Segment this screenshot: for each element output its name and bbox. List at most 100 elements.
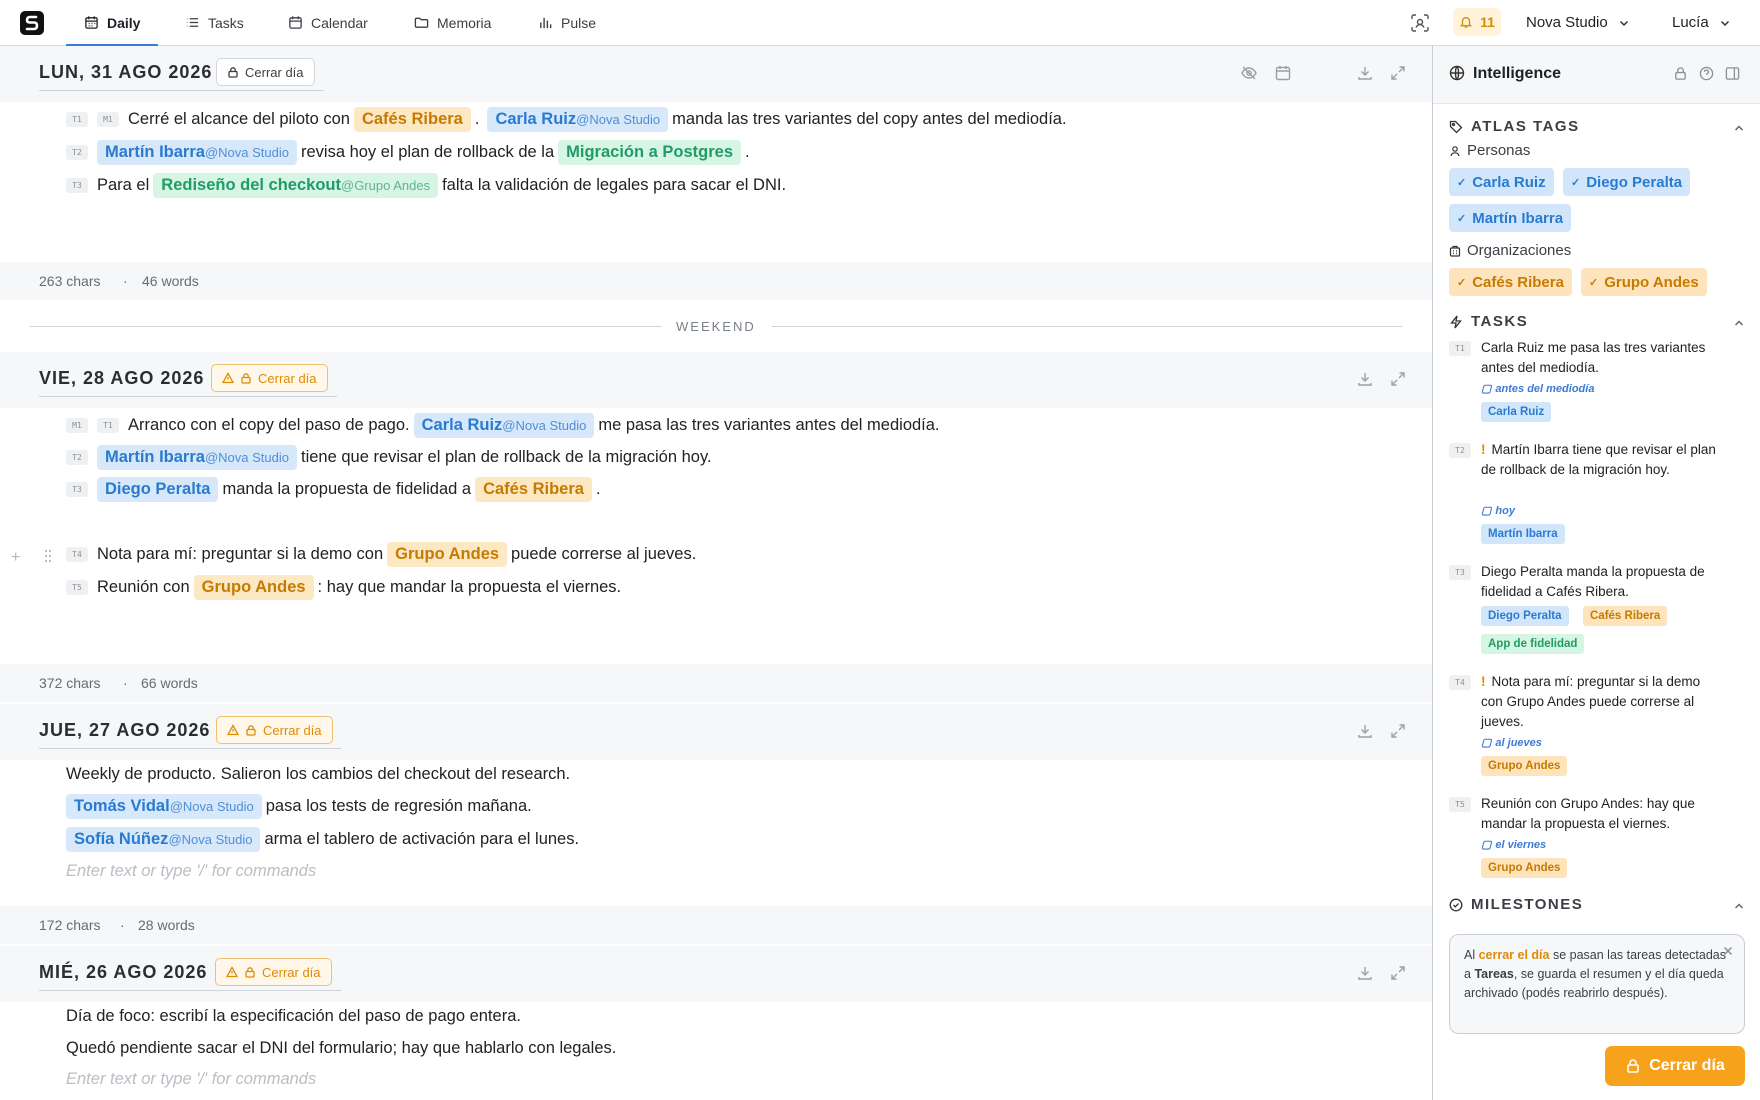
note-line[interactable]: T2 Martín Ibarra @Nova Studio revisa hoy … xyxy=(66,138,750,166)
line-text: Weekly de producto. Salieron los cambios… xyxy=(66,764,571,783)
task-tag[interactable]: Diego Peralta xyxy=(1481,606,1569,626)
sidebar-toggle-icon[interactable] xyxy=(1725,66,1740,81)
tab-pulse[interactable]: Pulse xyxy=(538,0,596,45)
mention-label: Sofía Núñez xyxy=(74,829,169,848)
task-tag[interactable]: Carla Ruiz xyxy=(1481,402,1552,422)
chevron-up-icon[interactable] xyxy=(1733,317,1745,329)
user-menu[interactable]: Lucía xyxy=(1672,0,1731,45)
eye-off-icon[interactable] xyxy=(1240,64,1258,82)
mention-label: Migración a Postgres xyxy=(566,142,734,161)
project-mention[interactable]: Migración a Postgres xyxy=(558,139,742,165)
section-title: ATLAS TAGS xyxy=(1471,118,1580,135)
org-switcher[interactable]: Nova Studio xyxy=(1526,0,1630,45)
note-line[interactable]: T4 Nota para mí: preguntar si la demo co… xyxy=(66,540,696,568)
divider xyxy=(39,748,341,749)
org-mention[interactable]: Grupo Andes xyxy=(387,541,508,567)
person-mention[interactable]: Diego Peralta xyxy=(97,476,219,502)
task-item[interactable]: T3 Diego Peralta manda la propuesta de f… xyxy=(1449,562,1749,662)
tab-memoria[interactable]: Memoria xyxy=(414,0,491,45)
tab-daily[interactable]: Daily xyxy=(66,0,159,46)
chevron-up-icon[interactable] xyxy=(1733,122,1745,134)
expand-icon[interactable] xyxy=(1389,964,1407,982)
chevron-up-icon[interactable] xyxy=(1733,900,1745,912)
close-icon[interactable] xyxy=(1722,945,1734,957)
note-line[interactable]: T2 Martín Ibarra @Nova Studio tiene que r… xyxy=(66,443,712,471)
person-mention[interactable]: Carla Ruiz @Nova Studio xyxy=(413,412,595,438)
line-text: me pasa las tres variantes antes del med… xyxy=(598,415,940,434)
drag-handle-icon[interactable] xyxy=(44,549,52,563)
task-tag[interactable]: Grupo Andes xyxy=(1481,756,1568,776)
note-line[interactable]: T3 Para el Rediseño del checkout @Grupo A… xyxy=(66,171,786,199)
line-text: Arranco con el copy del paso de pago. xyxy=(128,415,410,434)
task-tag[interactable]: Martín Ibarra xyxy=(1481,524,1565,544)
mention-label: Cafés Ribera xyxy=(361,109,463,128)
lock-icon[interactable] xyxy=(1673,66,1688,81)
close-day-primary-button[interactable]: Cerrar día xyxy=(1605,1046,1745,1086)
editor-placeholder[interactable]: Enter text or type '/' for commands xyxy=(66,1070,316,1089)
milestones-header[interactable]: MILESTONES xyxy=(1449,896,1583,913)
note-line[interactable]: M1 T1 Arranco con el copy del paso de pag… xyxy=(66,411,940,439)
person-tag[interactable]: ✓ Diego Peralta xyxy=(1563,168,1691,196)
note-line[interactable]: Quedó pendiente sacar el DNI del formula… xyxy=(66,1034,616,1062)
atlas-tags-header[interactable]: ATLAS TAGS xyxy=(1449,118,1580,135)
org-mention[interactable]: Grupo Andes xyxy=(193,574,314,600)
org-mention[interactable]: Cafés Ribera xyxy=(353,106,471,132)
task-tag[interactable]: Grupo Andes xyxy=(1481,858,1568,878)
close-day-button[interactable]: Cerrar día xyxy=(215,958,332,986)
close-day-button[interactable]: Cerrar día xyxy=(216,58,315,86)
screenshot-icon[interactable] xyxy=(1410,13,1430,33)
person-mention[interactable]: Carla Ruiz @Nova Studio xyxy=(487,106,669,132)
project-mention[interactable]: Rediseño del checkout @Grupo Andes xyxy=(153,172,439,198)
note-line[interactable]: Tomás Vidal @Nova Studio pasa los tests d… xyxy=(66,792,532,820)
person-tag[interactable]: ✓ Carla Ruiz xyxy=(1449,168,1554,196)
person-mention[interactable]: Tomás Vidal @Nova Studio xyxy=(66,793,262,819)
check-circle-icon xyxy=(1449,898,1463,911)
task-item[interactable]: T4 ! Nota para mí: preguntar si la demo c… xyxy=(1449,672,1749,782)
check-icon: ✓ xyxy=(1457,212,1467,225)
tab-memoria-label: Memoria xyxy=(437,14,492,31)
mention-org: @Nova Studio xyxy=(576,111,661,127)
download-icon[interactable] xyxy=(1356,722,1374,740)
org-tag[interactable]: ✓ Cafés Ribera xyxy=(1449,268,1572,296)
close-day-button[interactable]: Cerrar día xyxy=(211,364,328,392)
editor-placeholder[interactable]: Enter text or type '/' for commands xyxy=(66,862,316,881)
intelligence-panel: Intelligence ATLAS TAGS Personas ✓ Carla … xyxy=(1432,46,1760,1100)
org-tag[interactable]: ✓ Grupo Andes xyxy=(1581,268,1707,296)
due-label: al jueves xyxy=(1495,736,1542,749)
mention-label: Carla Ruiz xyxy=(495,109,577,128)
expand-icon[interactable] xyxy=(1389,64,1407,82)
mention-org: @Nova Studio xyxy=(502,417,587,433)
tasks-header[interactable]: TASKS xyxy=(1449,313,1528,330)
org-mention[interactable]: Cafés Ribera xyxy=(475,476,592,502)
expand-icon[interactable] xyxy=(1389,722,1407,740)
person-mention[interactable]: Sofía Núñez @Nova Studio xyxy=(66,826,261,852)
help-icon[interactable] xyxy=(1699,66,1714,81)
add-block-icon[interactable]: + xyxy=(11,549,20,567)
close-day-button[interactable]: Cerrar día xyxy=(216,716,333,744)
task-tag[interactable]: Cafés Ribera xyxy=(1583,606,1668,626)
note-line[interactable]: Sofía Núñez @Nova Studio arma el tablero … xyxy=(66,825,579,853)
person-tag[interactable]: ✓ Martín Ibarra xyxy=(1449,204,1572,232)
person-mention[interactable]: Martín Ibarra @Nova Studio xyxy=(97,139,297,165)
divider xyxy=(39,396,337,397)
note-line[interactable]: T1 M1 Cerré el alcance del piloto con Caf… xyxy=(66,105,1067,133)
note-line[interactable]: T5 Reunión con Grupo Andes: hay que mand… xyxy=(66,573,621,601)
note-line[interactable]: T3 Diego Peralta manda la propuesta de f… xyxy=(66,475,601,503)
notifications-button[interactable]: 11 xyxy=(1453,8,1501,36)
day-date: VIE, 28 AGO 2026 xyxy=(39,368,205,388)
task-item[interactable]: T5 Reunión con Grupo Andes: hay que mand… xyxy=(1449,794,1749,890)
person-mention[interactable]: Martín Ibarra @Nova Studio xyxy=(97,444,297,470)
task-item[interactable]: T1 Carla Ruiz me pasa las tres variantes… xyxy=(1449,338,1749,438)
expand-icon[interactable] xyxy=(1389,370,1407,388)
app-logo[interactable] xyxy=(20,11,44,35)
download-icon[interactable] xyxy=(1356,964,1374,982)
task-tag[interactable]: App de fidelidad xyxy=(1481,634,1585,654)
tab-tasks[interactable]: Tasks xyxy=(185,0,244,45)
tab-calendar[interactable]: Calendar xyxy=(288,0,368,45)
calendar-icon[interactable] xyxy=(1274,64,1292,82)
task-item[interactable]: T2 ! Martín Ibarra tiene que revisar el p… xyxy=(1449,440,1749,550)
note-line[interactable]: Día de foco: escribí la especificación d… xyxy=(66,1002,521,1030)
download-icon[interactable] xyxy=(1356,370,1374,388)
note-line[interactable]: Weekly de producto. Salieron los cambios… xyxy=(66,760,570,788)
download-icon[interactable] xyxy=(1356,64,1374,82)
